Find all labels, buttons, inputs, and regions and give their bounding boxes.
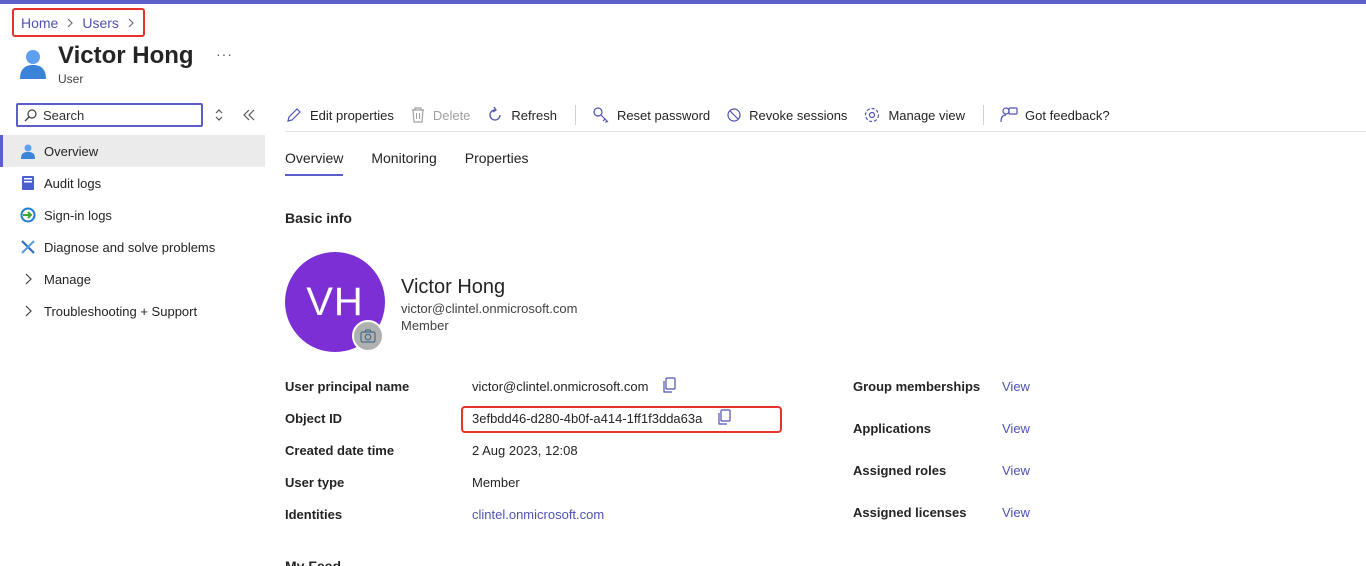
feedback-icon xyxy=(1000,107,1018,123)
revoke-sessions-label: Revoke sessions xyxy=(749,107,848,123)
block-icon xyxy=(727,108,741,122)
sidebar-item-diagnose[interactable]: Diagnose and solve problems xyxy=(0,231,265,263)
sidebar-item-overview[interactable]: Overview xyxy=(0,135,265,167)
delete-label: Delete xyxy=(432,107,471,123)
trash-icon xyxy=(411,107,424,123)
copy-icon[interactable] xyxy=(717,409,731,425)
copy-icon[interactable] xyxy=(662,377,676,393)
tab-overview[interactable]: Overview xyxy=(285,150,344,176)
change-photo-button[interactable] xyxy=(352,320,384,352)
toolbar-divider-line xyxy=(285,131,1366,132)
camera-icon xyxy=(360,329,376,343)
chevron-right-icon xyxy=(20,271,36,287)
sidebar-item-label: Troubleshooting + Support xyxy=(44,303,198,319)
sort-icon[interactable] xyxy=(212,107,226,123)
tab-properties[interactable]: Properties xyxy=(465,150,529,176)
edit-properties-label: Edit properties xyxy=(310,107,394,123)
created-label: Created date time xyxy=(285,443,395,458)
toolbar-divider xyxy=(983,105,985,125)
user-icon xyxy=(20,50,46,79)
applications-view-link[interactable]: View xyxy=(1002,421,1030,436)
breadcrumb-home[interactable]: Home xyxy=(21,15,58,31)
wrench-icon xyxy=(20,239,36,255)
toolbar-divider xyxy=(574,105,576,125)
tab-bar: Overview Monitoring Properties xyxy=(285,150,557,176)
top-accent-bar xyxy=(0,0,1366,4)
identities-label: Identities xyxy=(285,507,343,522)
search-input[interactable] xyxy=(43,107,193,123)
reset-password-button[interactable]: Reset password xyxy=(592,106,710,124)
collapse-sidebar-icon[interactable] xyxy=(242,108,256,122)
sidebar-item-label: Diagnose and solve problems xyxy=(44,239,216,255)
sidebar-item-audit-logs[interactable]: Audit logs xyxy=(0,167,265,199)
identities-link[interactable]: clintel.onmicrosoft.com xyxy=(472,507,604,522)
refresh-icon xyxy=(489,106,502,121)
assigned-roles-view-link[interactable]: View xyxy=(1002,463,1030,478)
page-subtitle: User xyxy=(58,72,84,86)
basic-info-heading: Basic info xyxy=(285,210,352,226)
sidebar-item-troubleshooting[interactable]: Troubleshooting + Support xyxy=(0,295,265,327)
feedback-button[interactable]: Got feedback? xyxy=(1000,106,1110,124)
profile-member-type: Member xyxy=(401,318,449,333)
chevron-right-icon xyxy=(20,303,36,319)
sidebar-item-label: Sign-in logs xyxy=(44,207,112,223)
revoke-sessions-button[interactable]: Revoke sessions xyxy=(726,107,847,123)
object-id-label: Object ID xyxy=(285,411,343,426)
assigned-roles-label: Assigned roles xyxy=(853,463,947,478)
page-title: Victor Hong xyxy=(58,42,194,69)
group-memberships-label: Group memberships xyxy=(853,379,981,394)
breadcrumb: Home Users xyxy=(12,8,145,37)
my-feed-heading: My Feed xyxy=(285,558,342,566)
upn-value: victor@clintel.onmicrosoft.com xyxy=(472,379,649,394)
gear-icon xyxy=(865,107,880,123)
key-icon xyxy=(593,107,609,123)
assigned-licenses-view-link[interactable]: View xyxy=(1002,505,1030,520)
applications-label: Applications xyxy=(853,421,932,436)
profile-email: victor@clintel.onmicrosoft.com xyxy=(401,301,578,316)
upn-label: User principal name xyxy=(285,379,410,394)
command-bar: Edit properties Delete Refresh Reset pas… xyxy=(285,100,1126,130)
chevron-right-icon xyxy=(127,18,135,28)
sidebar-item-label: Manage xyxy=(44,271,91,287)
page-header: Victor Hong User xyxy=(18,42,194,86)
sidebar-item-label: Audit logs xyxy=(44,175,102,191)
delete-button[interactable]: Delete xyxy=(410,106,471,124)
sign-in-icon xyxy=(20,207,36,223)
sidebar-item-sign-in-logs[interactable]: Sign-in logs xyxy=(0,199,265,231)
created-value: 2 Aug 2023, 12:08 xyxy=(472,443,578,458)
more-options-button[interactable]: ··· xyxy=(216,46,233,62)
refresh-label: Refresh xyxy=(511,107,557,123)
chevron-right-icon xyxy=(66,18,74,28)
assigned-licenses-label: Assigned licenses xyxy=(853,505,967,520)
object-id-value: 3efbdd46-d280-4b0f-a414-1ff1f3dda63a xyxy=(472,411,703,426)
feedback-label: Got feedback? xyxy=(1025,107,1110,123)
audit-log-icon xyxy=(20,175,36,191)
profile-name: Victor Hong xyxy=(401,276,506,298)
edit-properties-button[interactable]: Edit properties xyxy=(285,106,394,124)
breadcrumb-users[interactable]: Users xyxy=(82,15,119,31)
group-memberships-view-link[interactable]: View xyxy=(1002,379,1030,394)
user-icon xyxy=(20,143,36,159)
tab-monitoring[interactable]: Monitoring xyxy=(371,150,436,176)
search-icon xyxy=(24,108,37,121)
manage-view-label: Manage view xyxy=(888,107,966,123)
sidebar-item-manage[interactable]: Manage xyxy=(0,263,265,295)
sidebar-item-label: Overview xyxy=(44,143,99,159)
manage-view-button[interactable]: Manage view xyxy=(863,106,965,124)
user-type-value: Member xyxy=(472,475,520,490)
pencil-icon xyxy=(287,108,301,122)
sidebar-nav: Overview Audit logs Sign-in logs Diagnos… xyxy=(0,135,265,327)
refresh-button[interactable]: Refresh xyxy=(486,106,557,124)
search-box xyxy=(16,103,203,127)
user-type-label: User type xyxy=(285,475,345,490)
reset-password-label: Reset password xyxy=(616,107,711,123)
